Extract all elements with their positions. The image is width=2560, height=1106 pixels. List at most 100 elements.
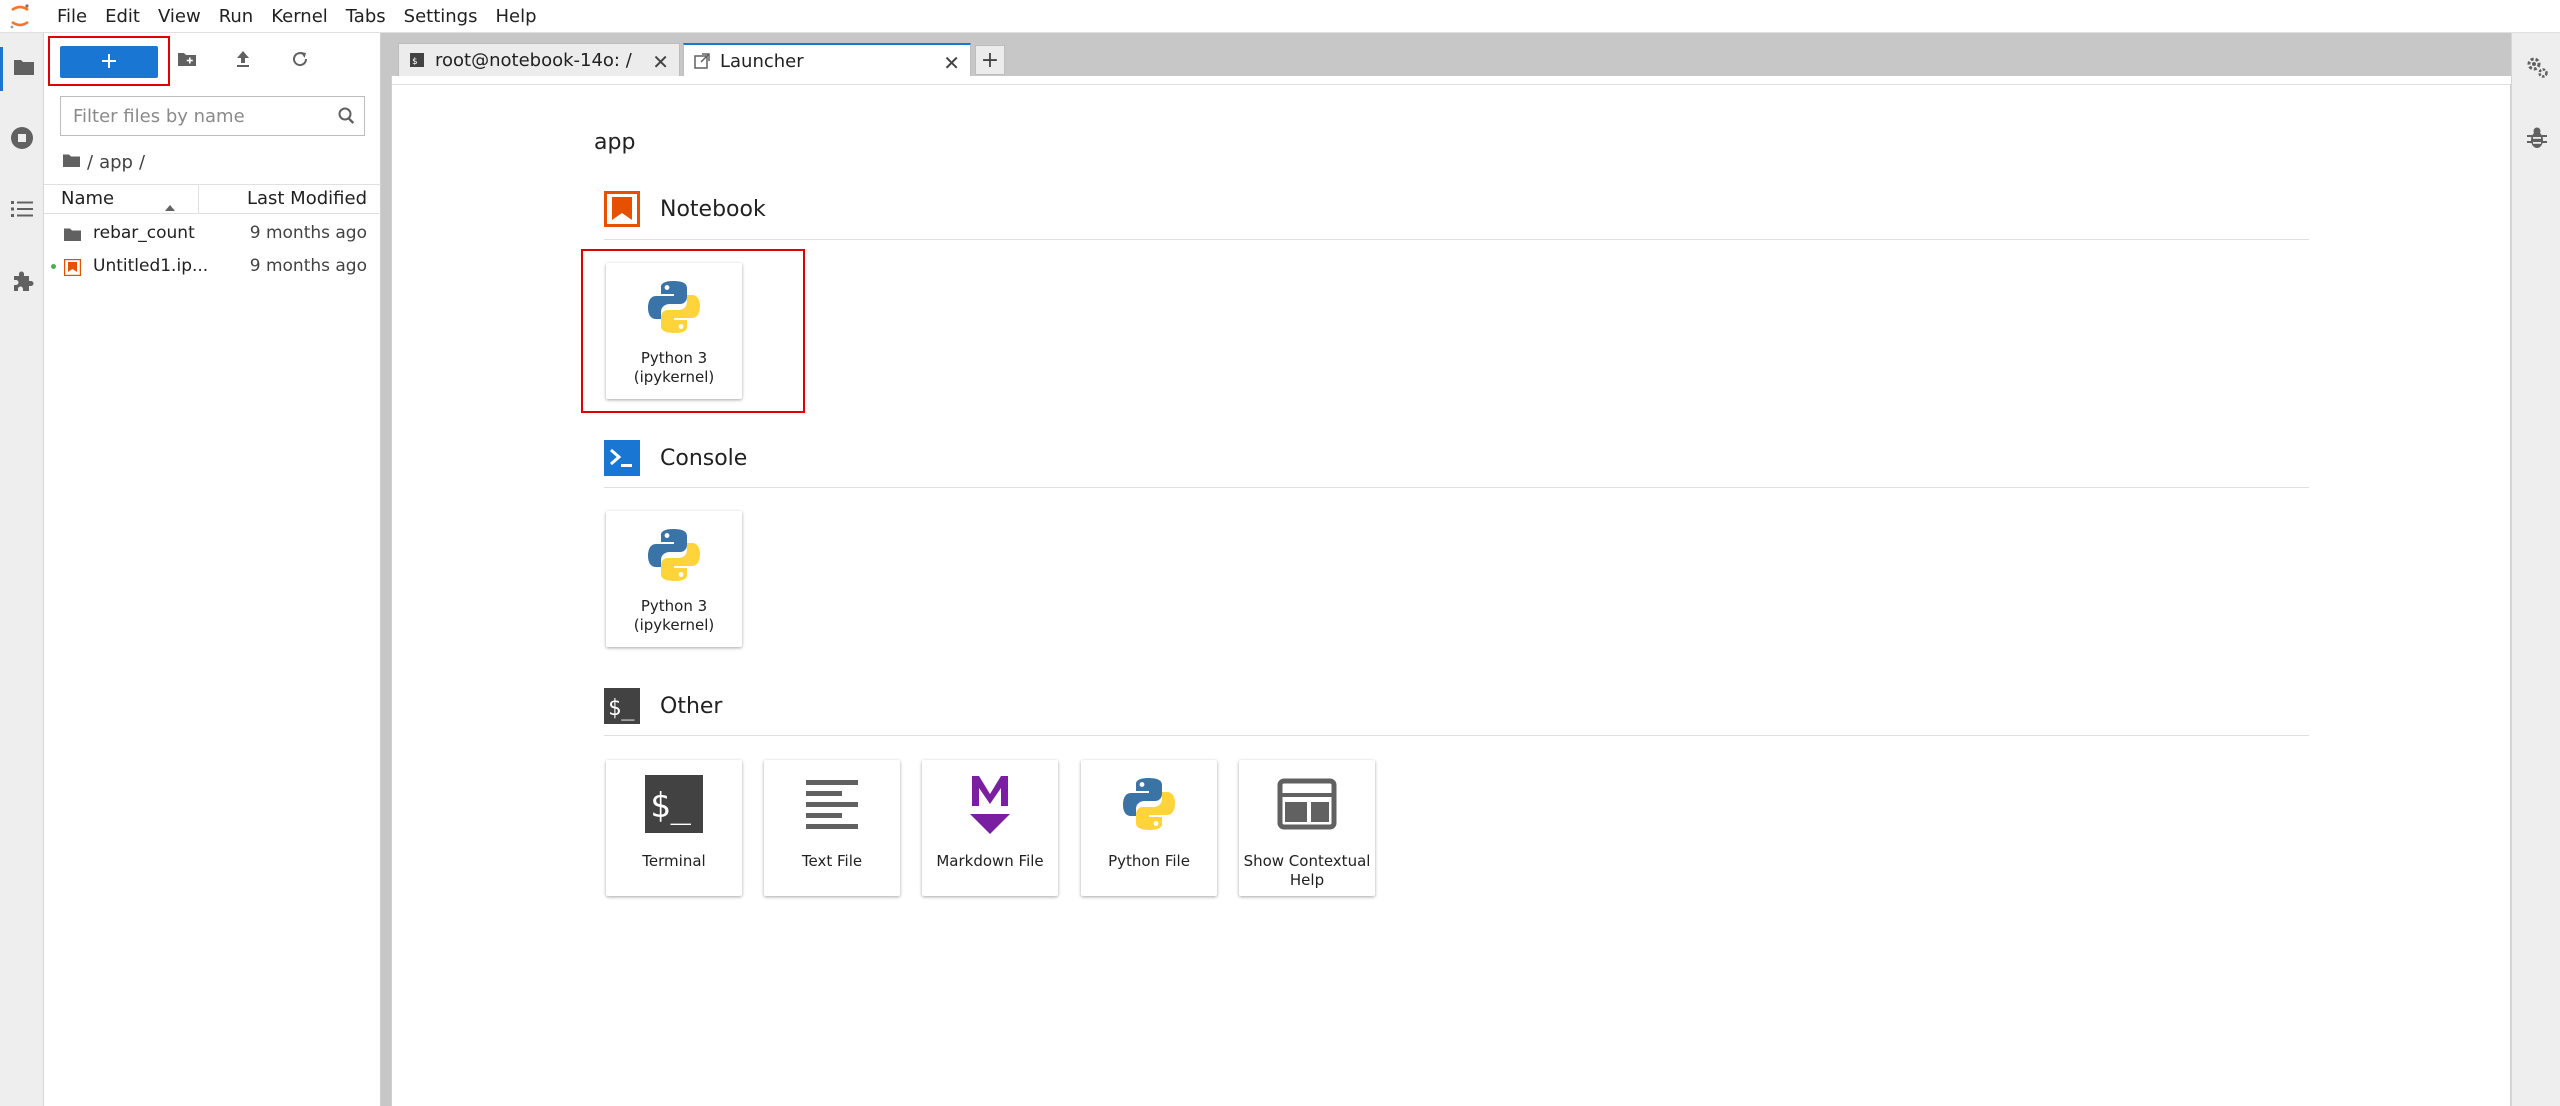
python-logo-icon	[644, 275, 704, 339]
refresh-button[interactable]	[285, 46, 315, 76]
section-title: Other	[660, 693, 723, 719]
tab-terminal[interactable]: $ root@notebook-14o: / ✕	[398, 43, 680, 76]
notebook-section-header: Notebook	[604, 191, 766, 227]
breadcrumb-separator: /	[87, 151, 94, 173]
menu-help[interactable]: Help	[486, 0, 545, 33]
card-sublabel: Help	[1289, 871, 1325, 889]
property-inspector-icon	[2525, 55, 2549, 83]
last-modified-column-header[interactable]: Last Modified	[199, 184, 381, 214]
breadcrumb-app[interactable]: app	[99, 152, 133, 173]
file-modified: 9 months ago	[249, 256, 367, 276]
running-icon	[10, 126, 34, 154]
card-sublabel: (ipykernel)	[633, 616, 715, 634]
add-tab-button[interactable]: +	[975, 45, 1005, 75]
last-modified-label: Last Modified	[246, 188, 367, 209]
menu-kernel[interactable]: Kernel	[262, 0, 337, 33]
console-icon	[604, 440, 640, 476]
card-label: Python File	[1108, 852, 1190, 870]
refresh-icon	[291, 50, 309, 72]
section-title: Console	[660, 445, 748, 471]
tab-launcher[interactable]: Launcher ✕	[683, 43, 971, 77]
text-file-icon	[802, 772, 862, 836]
launcher-panel: app Notebook Python 3 (ipykernel) Consol…	[391, 76, 2511, 1106]
close-icon[interactable]: ✕	[652, 50, 669, 74]
menu-file[interactable]: File	[48, 0, 96, 33]
file-filter-box	[60, 96, 365, 136]
contextual-help-card[interactable]: Show Contextual Help	[1239, 760, 1375, 896]
file-browser-panel: / app / Name Last Modified rebar_count 9…	[44, 33, 381, 1106]
running-indicator-icon	[51, 264, 56, 269]
divider	[604, 487, 2309, 488]
new-folder-icon	[177, 51, 197, 71]
tab-label: Launcher	[720, 50, 804, 72]
file-browser-tab[interactable]	[0, 47, 44, 91]
table-of-contents-tab[interactable]	[0, 189, 44, 233]
new-folder-button[interactable]	[172, 46, 202, 76]
name-column-label: Name	[61, 188, 115, 209]
python-logo-icon	[1119, 772, 1179, 836]
file-list-header: Name Last Modified	[44, 184, 381, 214]
extension-manager-tab[interactable]	[0, 261, 44, 305]
close-icon[interactable]: ✕	[943, 51, 960, 75]
launcher-icon	[694, 53, 710, 69]
card-label: Text File	[801, 852, 863, 870]
folder-icon	[62, 224, 82, 244]
card-label: Python 3	[640, 597, 708, 615]
home-folder-icon[interactable]	[62, 152, 81, 173]
jupyter-logo-icon	[0, 0, 40, 33]
left-sidebar	[0, 33, 44, 1106]
plus-icon: +	[980, 47, 1000, 73]
launcher-cwd: app	[594, 130, 636, 155]
card-label: Show Contextual	[1243, 852, 1371, 870]
file-filter-input[interactable]	[61, 98, 330, 134]
menu-view[interactable]: View	[149, 0, 210, 33]
highlight-box	[48, 36, 170, 86]
divider	[604, 239, 2309, 240]
panel-splitter[interactable]	[381, 33, 391, 1106]
menu-run[interactable]: Run	[210, 0, 263, 33]
toc-icon	[11, 200, 33, 222]
contextual-help-icon	[1277, 772, 1337, 836]
console-section-header: Console	[604, 440, 747, 476]
file-row[interactable]: Untitled1.ip... 9 months ago	[44, 250, 381, 283]
terminal-icon: $_	[604, 688, 640, 724]
other-section-header: $_ Other	[604, 688, 722, 724]
file-browser-toolbar	[44, 33, 381, 89]
console-python3-card[interactable]: Python 3 (ipykernel)	[606, 511, 742, 647]
search-icon	[330, 107, 364, 125]
card-label: Terminal	[642, 852, 706, 870]
upload-button[interactable]	[228, 46, 258, 76]
svg-text:$_: $_	[650, 786, 691, 826]
text-file-card[interactable]: Text File	[764, 760, 900, 896]
running-sessions-tab[interactable]	[0, 118, 44, 162]
file-modified: 9 months ago	[249, 223, 367, 243]
folder-icon	[13, 58, 35, 80]
terminal-icon: $_	[644, 772, 704, 836]
menu-edit[interactable]: Edit	[96, 0, 149, 33]
debugger-icon	[2526, 126, 2548, 154]
debugger-tab[interactable]	[2515, 118, 2559, 162]
notebook-icon	[62, 257, 82, 277]
extension-icon	[10, 269, 34, 297]
file-name: rebar_count	[93, 223, 195, 243]
breadcrumb-separator: /	[138, 151, 146, 173]
notebook-python3-card[interactable]: Python 3 (ipykernel)	[606, 263, 742, 399]
terminal-card[interactable]: $_ Terminal	[606, 760, 742, 896]
tab-label: root@notebook-14o: /	[435, 49, 632, 71]
svg-text:$: $	[412, 57, 417, 67]
divider	[392, 84, 2510, 85]
card-label: Markdown File	[936, 852, 1044, 870]
divider	[604, 735, 2309, 736]
right-sidebar	[2511, 33, 2560, 1106]
python-logo-icon	[644, 523, 704, 587]
markdown-file-card[interactable]: Markdown File	[922, 760, 1058, 896]
python-file-card[interactable]: Python File	[1081, 760, 1217, 896]
file-row[interactable]: rebar_count 9 months ago	[44, 217, 381, 250]
property-inspector-tab[interactable]	[2515, 47, 2559, 91]
terminal-icon: $	[409, 52, 425, 68]
menu-tabs[interactable]: Tabs	[337, 0, 395, 33]
menu-settings[interactable]: Settings	[395, 0, 487, 33]
name-column-header[interactable]: Name	[44, 184, 199, 214]
markdown-icon	[960, 772, 1020, 836]
upload-icon	[235, 50, 251, 72]
